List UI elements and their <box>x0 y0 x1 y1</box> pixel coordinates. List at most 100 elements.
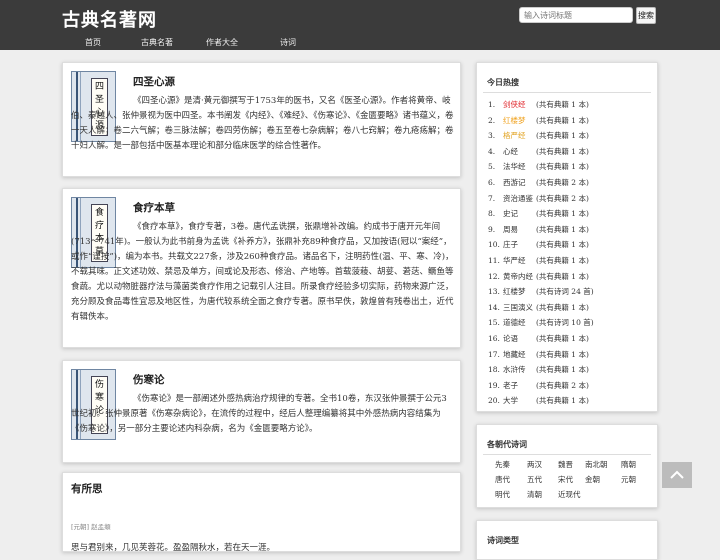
hot-name[interactable]: 心经 <box>503 146 536 157</box>
hot-rank: 14. <box>488 302 500 312</box>
hot-search-item[interactable]: 11. 华严经 (共有典籍 1 本) <box>488 255 589 266</box>
hot-name[interactable]: 资治通鉴 <box>503 193 536 204</box>
hot-count: (共有典籍 1 本) <box>536 209 589 219</box>
hot-count: (共有典籍 1 本) <box>536 271 589 281</box>
book-card: 食疗本草 食疗本草 《食疗本草》，食疗专著，3卷。唐代孟诜撰，张鼎增补改编。约成… <box>62 188 461 348</box>
hot-search-item[interactable]: 7. 资治通鉴 (共有典籍 2 本) <box>488 193 589 204</box>
dynasty-link[interactable]: 近现代 <box>558 489 581 500</box>
nav-classics[interactable]: 古典名著 <box>141 37 173 48</box>
hot-rank: 15. <box>488 318 500 328</box>
dynasty-link[interactable]: 明代 <box>495 489 510 500</box>
dynasty-link[interactable]: 五代 <box>527 474 542 485</box>
dynasty-link[interactable]: 清朝 <box>527 489 542 500</box>
hot-rank: 10. <box>488 240 500 250</box>
hot-count: (共有典籍 1 本) <box>536 115 589 125</box>
hot-rank: 2. <box>488 115 496 125</box>
hot-name[interactable]: 华严经 <box>503 255 536 266</box>
dynasty-link[interactable]: 两汉 <box>527 459 542 470</box>
hot-search-heading: 今日热搜 <box>487 77 519 87</box>
type-panel: 诗词类型 <box>476 520 658 560</box>
hot-count: (共有典籍 1 本) <box>536 146 589 156</box>
hot-name[interactable]: 水浒传 <box>503 364 536 375</box>
hot-count: (共有典籍 1 本) <box>536 334 589 343</box>
top-bar: 古典名著网 搜索 首页 古典名著 作者大全 诗词 <box>0 0 720 50</box>
hot-search-item[interactable]: 9. 周易 (共有典籍 1 本) <box>488 224 589 235</box>
hot-name[interactable]: 剑侠经 <box>503 99 536 110</box>
book-card: 四圣心源 四圣心源 《四圣心源》是清·黄元御撰写于1753年的医书，又名《医圣心… <box>62 62 461 177</box>
dynasty-link[interactable]: 唐代 <box>495 474 510 485</box>
hot-name[interactable]: 西游记 <box>503 177 536 188</box>
hot-count: (共有典籍 1 本) <box>536 396 589 406</box>
hot-search-item[interactable]: 19. 老子 (共有典籍 2 本) <box>488 380 589 391</box>
hot-name[interactable]: 大学 <box>503 395 536 406</box>
hot-name[interactable]: 道德经 <box>503 317 536 328</box>
hot-count: (共有典籍 1 本) <box>536 365 589 375</box>
divider <box>483 454 651 455</box>
book-card: 伤寒论 伤寒论 《伤寒论》是一部阐述外感热病治疗规律的专著。全书10卷，东汉张仲… <box>62 360 461 463</box>
hot-search-item[interactable]: 6. 西游记 (共有典籍 2 本) <box>488 177 589 188</box>
hot-search-item[interactable]: 3. 格严经 (共有典籍 1 本) <box>488 130 589 141</box>
hot-count: (共有典籍 1 本) <box>536 224 589 234</box>
hot-name[interactable]: 黄帝内经 <box>503 271 536 282</box>
hot-name[interactable]: 格严经 <box>503 130 536 141</box>
hot-name[interactable]: 史记 <box>503 208 536 219</box>
site-title[interactable]: 古典名著网 <box>62 6 157 32</box>
hot-name[interactable]: 地藏经 <box>503 349 536 360</box>
hot-count: (共有典籍 1 本) <box>536 302 589 312</box>
dynasty-panel: 各朝代诗词 先秦 两汉 魏晋 南北朝 隋朝 唐代 五代 宋代 金朝 元朝 明代 清朝 近现代 <box>476 424 658 508</box>
poem-line: 思与君别来，几见芙蓉花。盈盈隔秋水，若在天一涯。 <box>71 543 276 553</box>
hot-name[interactable]: 法华经 <box>503 161 536 172</box>
hot-count: (共有典籍 1 本) <box>536 162 589 172</box>
dynasty-link[interactable]: 元朝 <box>621 474 636 485</box>
dynasty-link[interactable]: 隋朝 <box>621 459 636 470</box>
hot-name[interactable]: 三国演义 <box>503 302 536 313</box>
hot-search-item[interactable]: 17. 地藏经 (共有典籍 1 本) <box>488 349 589 360</box>
hot-search-item[interactable]: 10. 庄子 (共有典籍 1 本) <box>488 239 589 250</box>
hot-name[interactable]: 红楼梦 <box>503 286 536 297</box>
hot-search-item[interactable]: 18. 水浒传 (共有典籍 1 本) <box>488 364 589 375</box>
hot-search-item[interactable]: 16. 论语 (共有典籍 1 本) <box>488 333 589 344</box>
dynasty-link[interactable]: 宋代 <box>558 474 573 485</box>
book-description: 《四圣心源》是清·黄元御撰写于1753年的医书，又名《医圣心源》。作者将黄帝、岐… <box>71 96 454 151</box>
hot-name[interactable]: 论语 <box>503 333 536 344</box>
hot-count: (共有典籍 1 本) <box>536 131 589 141</box>
hot-rank: 9. <box>488 224 496 234</box>
nav-home[interactable]: 首页 <box>85 37 101 48</box>
book-title[interactable]: 食疗本草 <box>133 200 175 215</box>
nav-authors[interactable]: 作者大全 <box>206 37 238 48</box>
search-button[interactable]: 搜索 <box>636 7 656 24</box>
hot-search-item[interactable]: 5. 法华经 (共有典籍 1 本) <box>488 161 589 172</box>
hot-rank: 11. <box>488 256 500 265</box>
hot-name[interactable]: 周易 <box>503 224 536 235</box>
poem-meta: [元朝] 赵孟頫 <box>71 523 111 531</box>
hot-name[interactable]: 红楼梦 <box>503 115 536 126</box>
hot-name[interactable]: 庄子 <box>503 239 536 250</box>
hot-search-item[interactable]: 14. 三国演义 (共有典籍 1 本) <box>488 302 589 313</box>
dynasty-link[interactable]: 南北朝 <box>585 459 608 470</box>
hot-search-item[interactable]: 13. 红楼梦 (共有诗词 24 首) <box>488 286 594 297</box>
hot-search-item[interactable]: 8. 史记 (共有典籍 1 本) <box>488 208 589 219</box>
chevron-up-icon <box>670 470 684 479</box>
hot-rank: 19. <box>488 380 500 390</box>
book-description: 《食疗本草》，食疗专著，3卷。唐代孟诜撰，张鼎增补改编。约成书于唐开元年间(71… <box>71 222 454 322</box>
back-to-top-button[interactable] <box>662 462 692 488</box>
nav-poems[interactable]: 诗词 <box>280 37 296 48</box>
hot-search-item[interactable]: 15. 道德经 (共有诗词 10 首) <box>488 317 594 328</box>
book-title[interactable]: 四圣心源 <box>133 74 175 89</box>
poem-title[interactable]: 有所思 <box>71 481 103 496</box>
search-input[interactable] <box>519 7 633 23</box>
hot-name[interactable]: 老子 <box>503 380 536 391</box>
hot-search-item[interactable]: 2. 红楼梦 (共有典籍 1 本) <box>488 115 589 126</box>
book-title[interactable]: 伤寒论 <box>133 372 165 387</box>
type-heading: 诗词类型 <box>487 535 519 545</box>
hot-search-item[interactable]: 20. 大学 (共有典籍 1 本) <box>488 395 589 406</box>
hot-search-item[interactable]: 4. 心经 (共有典籍 1 本) <box>488 146 589 157</box>
hot-search-item[interactable]: 12. 黄帝内经 (共有典籍 1 本) <box>488 271 589 282</box>
dynasty-link[interactable]: 先秦 <box>495 459 510 470</box>
dynasty-link[interactable]: 魏晋 <box>558 459 573 470</box>
hot-rank: 6. <box>488 178 496 187</box>
hot-count: (共有典籍 2 本) <box>536 178 589 187</box>
dynasty-link[interactable]: 金朝 <box>585 474 600 485</box>
hot-search-item[interactable]: 1. 剑侠经 (共有典籍 1 本) <box>488 99 589 110</box>
hot-rank: 1. <box>488 100 496 109</box>
